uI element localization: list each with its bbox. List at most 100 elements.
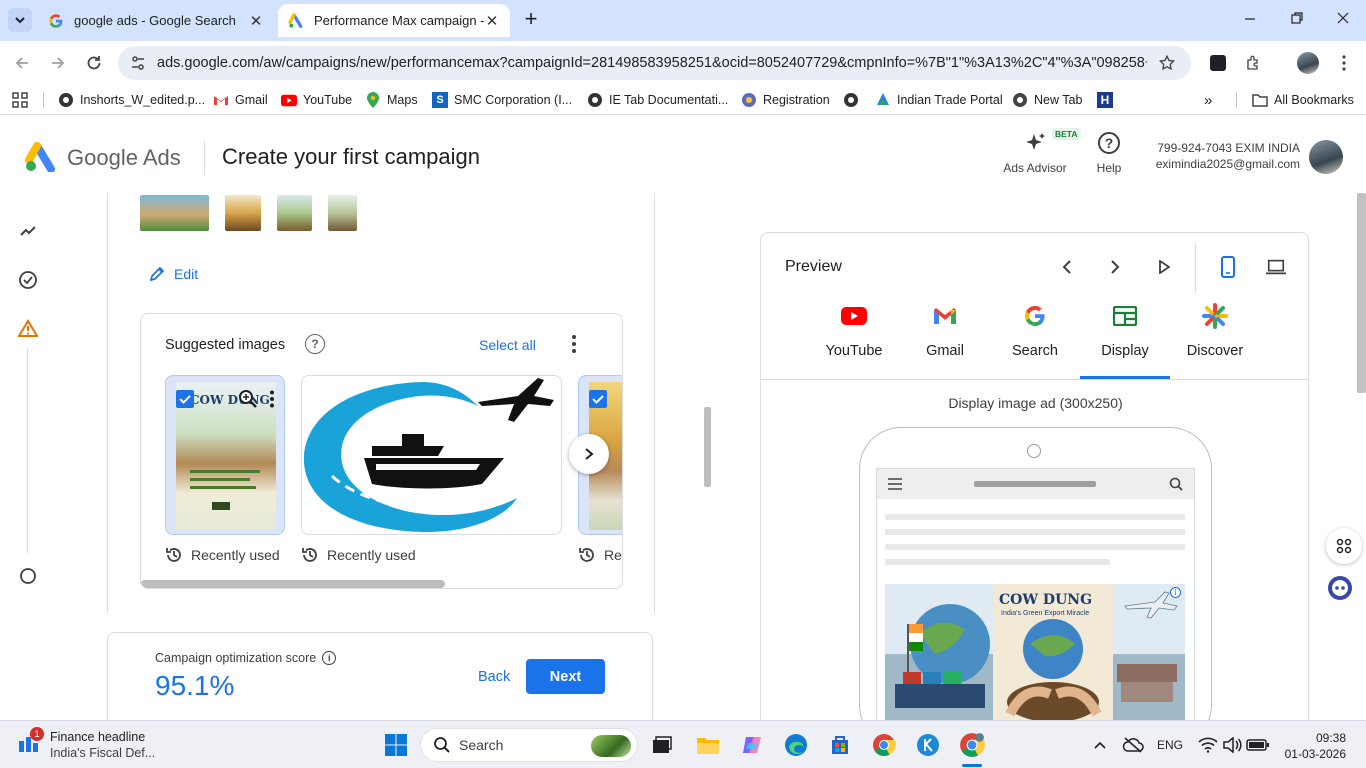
forward-nav-button[interactable] — [46, 51, 70, 75]
step-circle-icon[interactable] — [17, 565, 39, 587]
tab-search-button[interactable] — [8, 8, 32, 32]
warning-icon[interactable] — [17, 317, 39, 339]
address-bar[interactable]: ads.google.com/aw/campaigns/new/performa… — [118, 46, 1191, 80]
file-explorer-icon[interactable] — [694, 731, 722, 759]
close-icon[interactable]: ✕ — [248, 12, 264, 30]
bookmark-item[interactable]: New Tab — [1012, 92, 1082, 108]
back-button[interactable]: Back — [478, 669, 510, 685]
assistant-bot-button[interactable] — [1322, 570, 1358, 606]
selected-image-thumb[interactable] — [277, 195, 312, 231]
desktop-view-button[interactable] — [1266, 257, 1286, 277]
account-info[interactable]: 799-924-7043 EXIM INDIA eximindia2025@gm… — [1140, 140, 1300, 172]
bookmark-item[interactable]: IE Tab Documentati... — [587, 92, 728, 108]
edit-images-button[interactable]: Edit — [148, 265, 198, 283]
tab-title: google ads - Google Search — [74, 13, 236, 28]
reload-button[interactable] — [82, 51, 106, 75]
tab-performance-max[interactable]: Performance Max campaign - E ✕ — [278, 4, 510, 37]
channel-display[interactable]: Display — [1080, 303, 1170, 359]
suggested-image-tile[interactable]: COW DUNG — [165, 375, 285, 535]
zoom-in-icon[interactable] — [238, 389, 258, 409]
taskbar-search[interactable]: Search — [420, 728, 638, 762]
bookmark-item[interactable]: Indian Trade Portal — [875, 92, 1003, 108]
tray-chevron-icon[interactable] — [1086, 731, 1114, 759]
volume-icon[interactable] — [1218, 731, 1246, 759]
channel-discover[interactable]: Discover — [1170, 303, 1260, 359]
close-icon[interactable]: ✕ — [484, 12, 500, 30]
restore-button[interactable] — [1287, 8, 1307, 28]
more-options-icon[interactable] — [569, 334, 579, 354]
panel-resize-handle[interactable] — [704, 407, 711, 487]
suggested-image-tile[interactable] — [301, 375, 562, 535]
channel-search[interactable]: Search — [990, 303, 1080, 359]
trend-icon[interactable] — [17, 220, 39, 242]
tile-checkbox[interactable] — [176, 390, 194, 408]
preview-prev-button[interactable] — [1057, 257, 1077, 277]
news-badge: 1 — [30, 727, 44, 741]
help-button[interactable]: ? Help — [1088, 129, 1130, 175]
chrome-icon[interactable] — [870, 731, 898, 759]
search-icon — [1169, 477, 1183, 491]
tab-google-search[interactable]: google ads - Google Search ✕ — [38, 4, 274, 37]
minimize-button[interactable] — [1240, 8, 1260, 28]
bookmark-star-icon[interactable] — [1158, 54, 1176, 72]
store-icon[interactable] — [826, 731, 854, 759]
preview-next-button[interactable] — [1105, 257, 1125, 277]
selected-image-thumb[interactable] — [225, 195, 261, 231]
display-ad-image[interactable]: COW DUNG India's Green Export Miracle i — [885, 584, 1185, 720]
page-scrollbar[interactable] — [1357, 193, 1366, 393]
suggested-images-card: Suggested images ? Select all COW DUNG R… — [140, 313, 623, 589]
profile-avatar-icon[interactable] — [1296, 51, 1320, 75]
battery-icon[interactable] — [1244, 731, 1272, 759]
apps-grid-icon[interactable] — [12, 92, 28, 108]
carousel-next-button[interactable] — [569, 434, 609, 474]
bookmark-item[interactable]: Maps — [365, 92, 418, 108]
channel-youtube[interactable]: YouTube — [809, 303, 899, 359]
google-ads-logo-icon[interactable] — [24, 142, 58, 173]
new-tab-button[interactable]: + — [519, 8, 543, 32]
tile-checkbox[interactable] — [589, 390, 607, 408]
close-window-button[interactable] — [1333, 8, 1353, 28]
mobile-view-button[interactable] — [1218, 256, 1238, 278]
tile-menu-icon[interactable] — [269, 390, 275, 408]
bookmark-item[interactable]: Inshorts_W_edited.p... — [58, 92, 205, 108]
help-icon[interactable]: ? — [305, 334, 325, 354]
system-clock[interactable]: 09:38 01-03-2026 — [1280, 730, 1346, 762]
preview-play-button[interactable] — [1154, 257, 1174, 277]
back-nav-button[interactable] — [10, 51, 34, 75]
avatar[interactable] — [1309, 140, 1343, 174]
bookmark-item-globe[interactable] — [843, 92, 865, 108]
bookmark-item[interactable]: Registration — [741, 92, 830, 108]
start-button[interactable] — [382, 731, 410, 759]
bookmark-item[interactable]: S SMC Corporation (I... — [432, 92, 572, 108]
copilot-icon[interactable] — [738, 731, 766, 759]
select-all-button[interactable]: Select all — [479, 337, 536, 353]
more-bookmarks-icon[interactable]: » — [1204, 92, 1212, 109]
horizontal-scrollbar[interactable] — [141, 580, 445, 588]
task-view-icon[interactable] — [648, 731, 676, 759]
site-info-icon[interactable] — [130, 55, 146, 71]
channel-gmail[interactable]: Gmail — [900, 303, 990, 359]
cloud-off-icon[interactable] — [1119, 731, 1147, 759]
selected-image-thumb[interactable] — [328, 195, 357, 231]
extension-tab-icon[interactable] — [1206, 51, 1230, 75]
ads-advisor-button[interactable]: BETA Ads Advisor — [995, 128, 1081, 175]
next-button[interactable]: Next — [526, 659, 605, 694]
bookmark-item[interactable]: Gmail — [213, 92, 268, 108]
extensions-puzzle-icon[interactable] — [1242, 51, 1266, 75]
side-apps-button[interactable] — [1326, 528, 1362, 564]
news-widget[interactable]: 1 Finance headline India's Fiscal Def... — [18, 727, 155, 761]
selected-image-thumb[interactable] — [140, 195, 209, 231]
bookmark-item-h[interactable]: H — [1097, 92, 1119, 108]
k-app-icon[interactable] — [914, 731, 942, 759]
ad-info-icon[interactable]: i — [1170, 587, 1181, 598]
close-icon — [1337, 12, 1349, 24]
check-circle-icon[interactable] — [17, 269, 39, 291]
browser-menu-icon[interactable] — [1332, 51, 1356, 75]
info-icon[interactable]: i — [322, 651, 337, 665]
all-bookmarks-button[interactable]: All Bookmarks — [1252, 92, 1354, 108]
bookmark-item[interactable]: YouTube — [281, 92, 352, 108]
tab-title: Performance Max campaign - E — [314, 13, 484, 28]
edge-icon[interactable] — [782, 731, 810, 759]
chrome-profile-icon[interactable] — [958, 731, 986, 759]
language-indicator[interactable]: ENG — [1157, 738, 1183, 752]
